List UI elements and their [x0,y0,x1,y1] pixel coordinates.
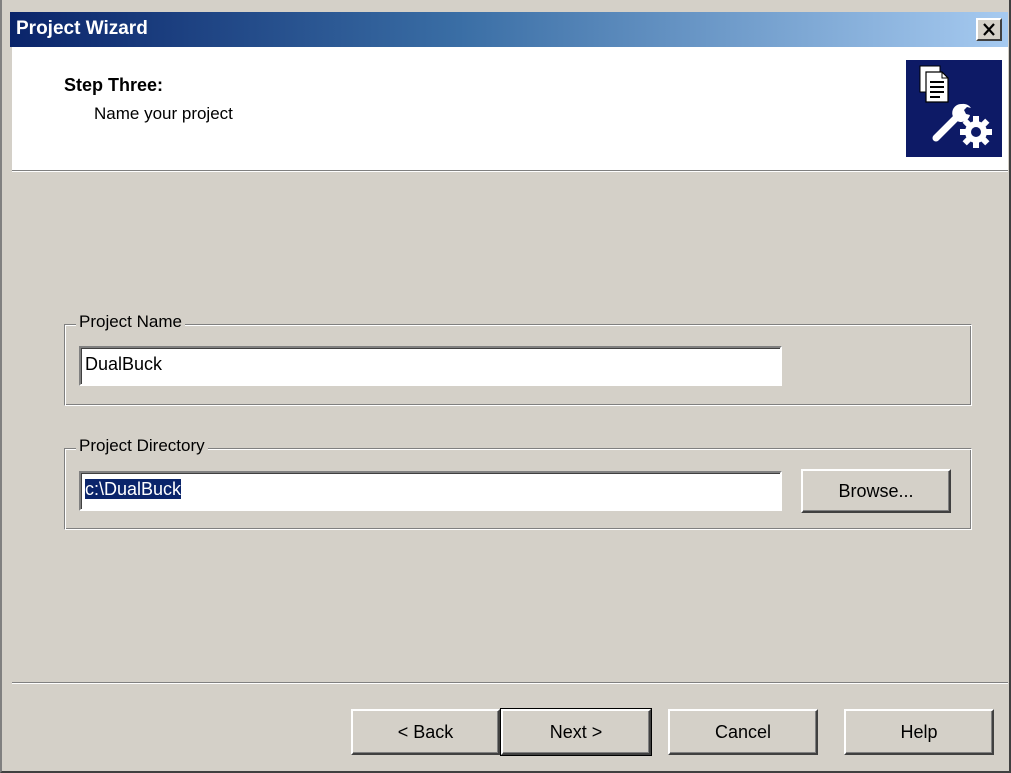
browse-button[interactable]: Browse... [801,469,951,513]
back-button[interactable]: < Back [351,709,500,755]
project-directory-selection: c:\DualBuck [85,479,182,499]
project-name-label: Project Name [76,312,185,332]
wizard-document-wrench-gear-icon [906,60,1002,157]
close-button[interactable] [976,18,1002,41]
footer-divider [12,682,1008,684]
title-bar[interactable]: Project Wizard [10,12,1008,47]
project-directory-label: Project Directory [76,436,208,456]
next-button[interactable]: Next > [500,708,652,756]
cancel-button[interactable]: Cancel [668,709,818,755]
project-directory-input[interactable]: c:\DualBuck [79,471,782,511]
wizard-window: Project Wizard Step Three: Name your pro… [0,0,1011,773]
header-divider [12,170,1008,172]
window-title: Project Wizard [16,18,148,39]
close-icon [983,23,995,36]
help-button[interactable]: Help [844,709,994,755]
wizard-header: Step Three: Name your project [12,47,1008,170]
step-subtitle: Name your project [94,104,233,123]
step-title: Step Three: [64,75,164,95]
project-name-input[interactable]: DualBuck [79,346,782,386]
